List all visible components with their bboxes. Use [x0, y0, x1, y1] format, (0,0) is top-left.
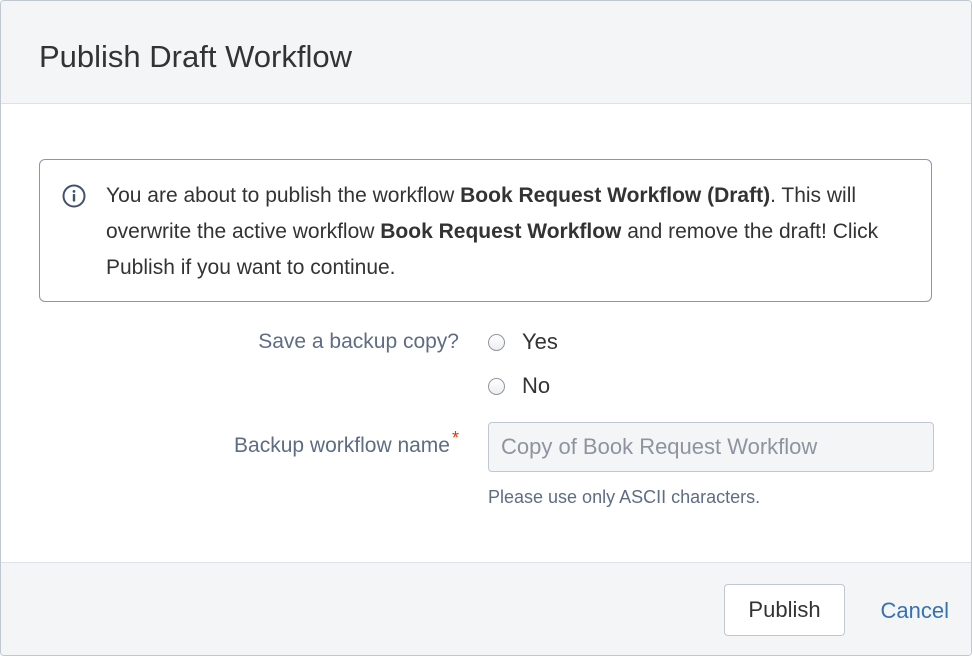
info-icon [62, 184, 86, 208]
dialog-footer: Publish Cancel [1, 562, 971, 655]
backup-workflow-name-label: Backup workflow name * [234, 428, 459, 460]
info-message: You are about to publish the workflow Bo… [39, 159, 932, 302]
ascii-help-text: Please use only ASCII characters. [488, 487, 761, 507]
required-indicator: * [451, 428, 459, 448]
radio-yes-button[interactable] [488, 333, 505, 351]
info-message-text: You are about to publish the workflow Bo… [106, 178, 906, 286]
publish-button[interactable]: Publish [724, 584, 845, 636]
publish-draft-workflow-dialog: Publish Draft Workflow You are about to … [0, 0, 972, 656]
backup-copy-label: Save a backup copy? [258, 330, 459, 353]
backup-workflow-name-label-text: Backup workflow name [234, 434, 450, 457]
draft-workflow-name: Book Request Workflow (Draft) [460, 184, 771, 207]
backup-yes-option[interactable]: Yes [488, 327, 558, 357]
radio-yes-label[interactable]: Yes [522, 329, 558, 355]
info-text-part-1: You are about to publish the workflow [106, 184, 461, 207]
dialog-title: Publish Draft Workflow [39, 39, 352, 74]
backup-no-option[interactable]: No [488, 371, 550, 401]
cancel-link[interactable]: Cancel [881, 598, 949, 624]
dialog-header: Publish Draft Workflow [1, 1, 971, 104]
active-workflow-name: Book Request Workflow [380, 220, 622, 243]
radio-no-button[interactable] [488, 377, 505, 395]
backup-workflow-name-input[interactable] [488, 422, 934, 472]
radio-no-label[interactable]: No [522, 373, 550, 399]
